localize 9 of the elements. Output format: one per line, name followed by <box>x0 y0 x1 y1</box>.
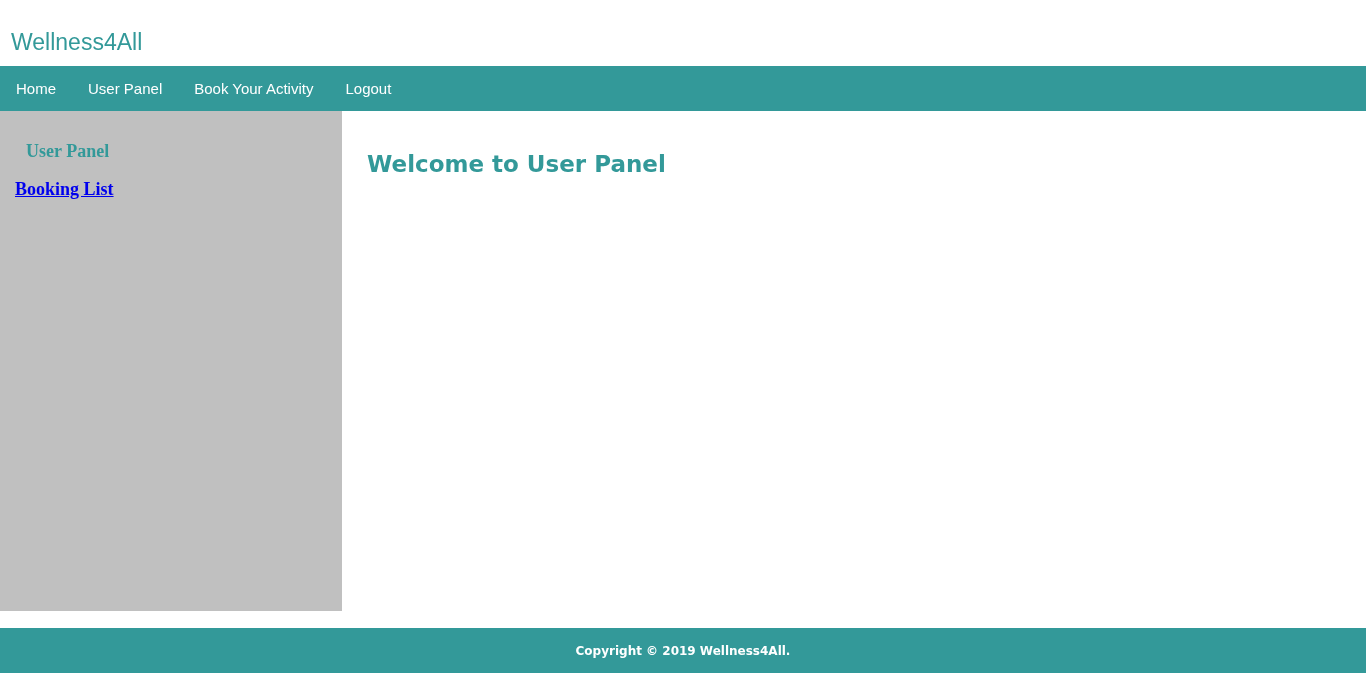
nav-link[interactable]: Logout <box>329 66 408 111</box>
nav-link[interactable]: Home <box>0 66 72 111</box>
site-logo[interactable]: Wellness4All <box>11 29 143 56</box>
nav-link[interactable]: Book Your Activity <box>178 66 330 111</box>
sidebar-link[interactable]: Booking List <box>15 179 114 200</box>
page-heading: Welcome to User Panel <box>367 151 667 177</box>
copyright-text: Copyright © 2019 Wellness4All. <box>575 643 791 658</box>
sidebar-title: User Panel <box>26 141 110 162</box>
nav-link[interactable]: User Panel <box>72 66 179 111</box>
